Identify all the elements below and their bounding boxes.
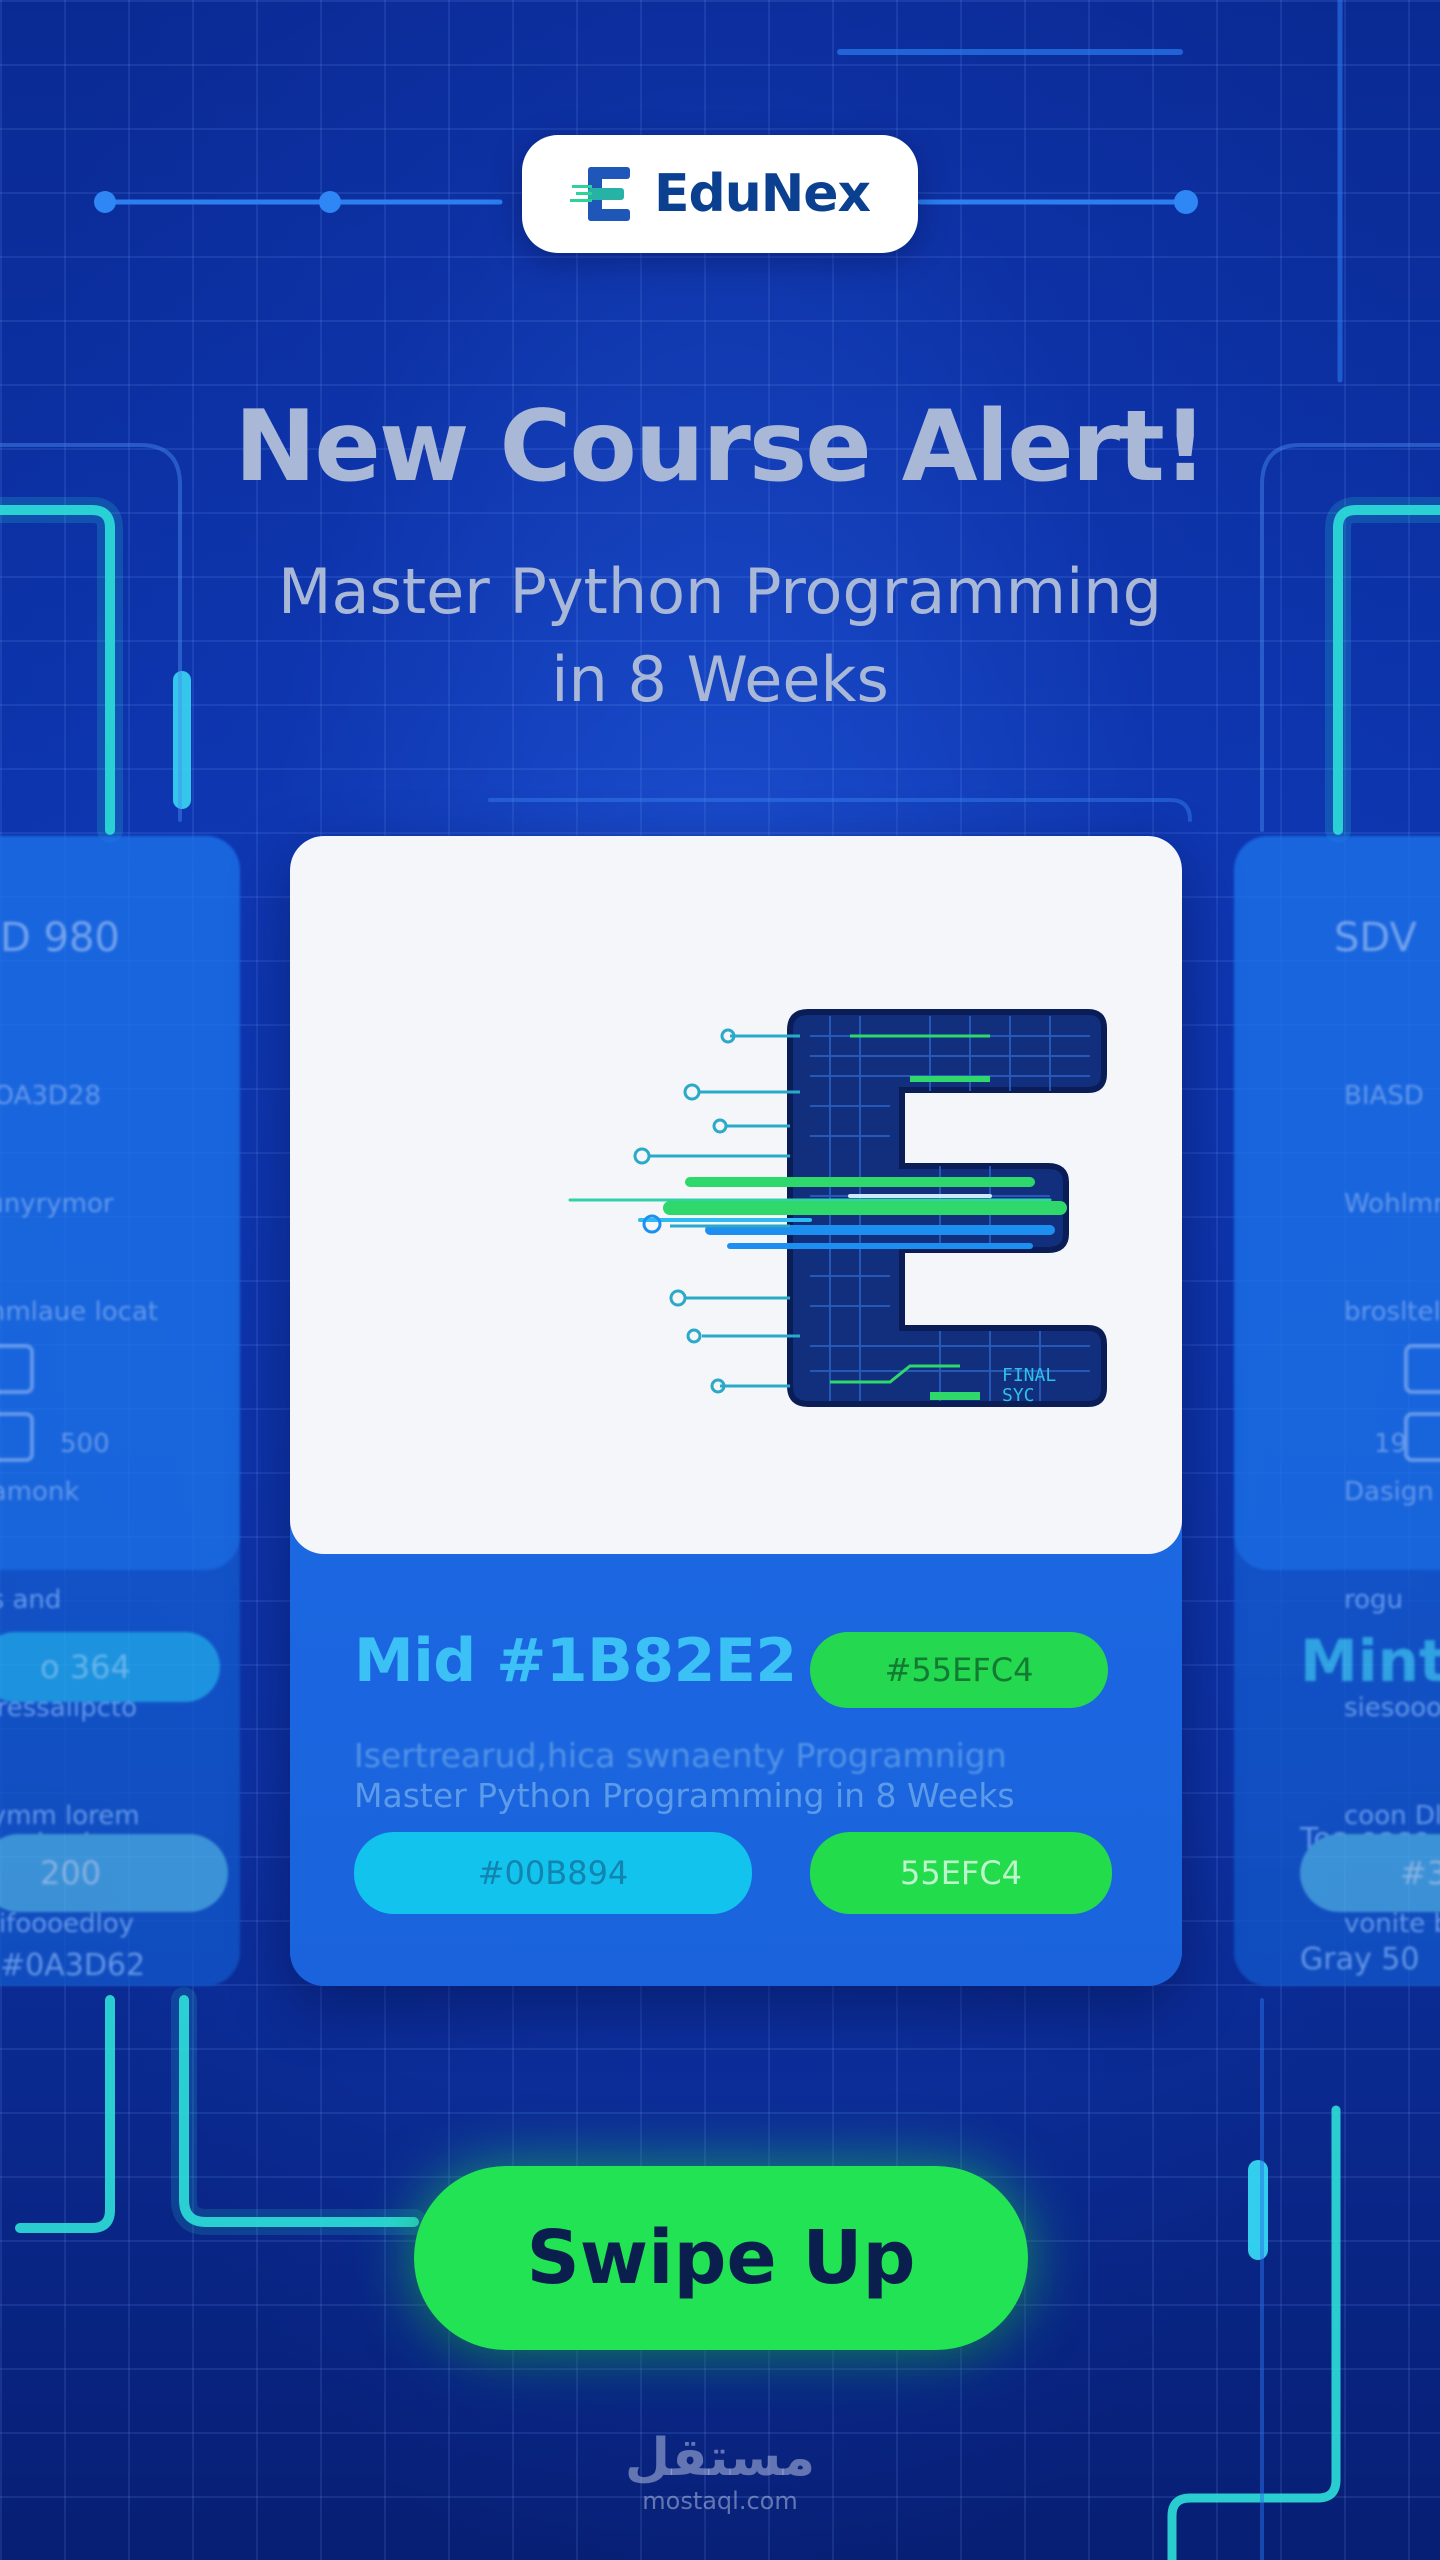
left-card-desc-line: #0A3D62 (0, 1948, 146, 1983)
course-card-image: FINAL SYC (290, 836, 1182, 1554)
course-card[interactable]: FINAL SYC Mid #1B82E2 #55EFC4 Isertrearu… (290, 836, 1182, 1986)
image-tag-2: SYC (1002, 1385, 1035, 1406)
right-card-number: 19 (1374, 1429, 1408, 1459)
circuit-e-icon: FINAL SYC (568, 1009, 1107, 1407)
left-card-line: ramonk (0, 1477, 80, 1507)
left-card-tag: o 364 (0, 1632, 220, 1702)
brand-logo-pill: EduNex (522, 135, 918, 253)
subheadline: Master Python Programming in 8 Weeks (0, 548, 1440, 724)
left-card-line: LOA3D28 (0, 1081, 101, 1111)
server-icon (0, 1344, 34, 1462)
edunex-e-logo-icon (569, 167, 630, 221)
subheadline-line-1: Master Python Programming (278, 555, 1162, 628)
image-tag-1: FINAL (1002, 1365, 1056, 1386)
left-card-heading: D 980 (0, 915, 120, 961)
right-card-line: brosltelun (1344, 1297, 1440, 1327)
right-card-line: rogu (1344, 1585, 1404, 1615)
left-card-image: D 980 LOA3D28 iunyrymor mmlaue locat ram… (0, 836, 240, 1939)
right-card-title: Mint (1300, 1627, 1440, 1695)
carousel-card-right[interactable]: SDV BIASD Wohlmnuni brosltelun Dasign ro… (1234, 836, 1440, 1986)
right-card-line: BIASD (1344, 1081, 1424, 1111)
server-icon (1404, 1344, 1440, 1462)
left-card-line: rs and (0, 1585, 62, 1615)
carousel-card-left[interactable]: D 980 LOA3D28 iunyrymor mmlaue locat ram… (0, 836, 240, 1986)
course-card-description-line-2: Master Python Programming in 8 Weeks (354, 1776, 1015, 1815)
headline: New Course Alert! (234, 390, 1207, 504)
right-card-line: Wohlmnuni (1344, 1189, 1440, 1219)
story-canvas: EduNex New Course Alert! Master Python P… (0, 0, 1440, 2560)
left-card-number: 500 (60, 1429, 110, 1459)
right-card-line: Dasign (1344, 1477, 1434, 1507)
course-card-description: Isertrearud,hica swnaenty Programnign Ma… (354, 1736, 1134, 1816)
left-card-line: iunyrymor (0, 1189, 114, 1219)
course-card-description-line-1: Isertrearud,hica swnaenty Programnign (354, 1736, 1007, 1775)
right-card-heading: SDV (1334, 915, 1417, 961)
course-card-tag: #55EFC4 (810, 1632, 1108, 1708)
right-card-desc-line: Gray 50 (1300, 1942, 1420, 1977)
mostaql-watermark: مستقل mostaql.com (0, 2430, 1440, 2516)
swipe-up-button[interactable]: Swipe Up (414, 2166, 1028, 2350)
right-card-button[interactable]: #3 (1300, 1834, 1440, 1912)
left-card-line: mmlaue locat (0, 1297, 159, 1327)
watermark-arabic: مستقل (624, 2428, 816, 2488)
course-card-green-button[interactable]: 55EFC4 (810, 1832, 1112, 1914)
right-card-image: SDV BIASD Wohlmnuni brosltelun Dasign ro… (1234, 836, 1440, 1939)
left-card-button[interactable]: 200 (0, 1834, 228, 1912)
course-card-cyan-button[interactable]: #00B894 (354, 1832, 752, 1914)
course-card-title: Mid #1B82E2 (354, 1626, 797, 1696)
subheadline-line-2: in 8 Weeks (551, 643, 889, 716)
watermark-latin: mostaql.com (642, 2487, 798, 2515)
brand-name: EduNex (653, 164, 871, 224)
